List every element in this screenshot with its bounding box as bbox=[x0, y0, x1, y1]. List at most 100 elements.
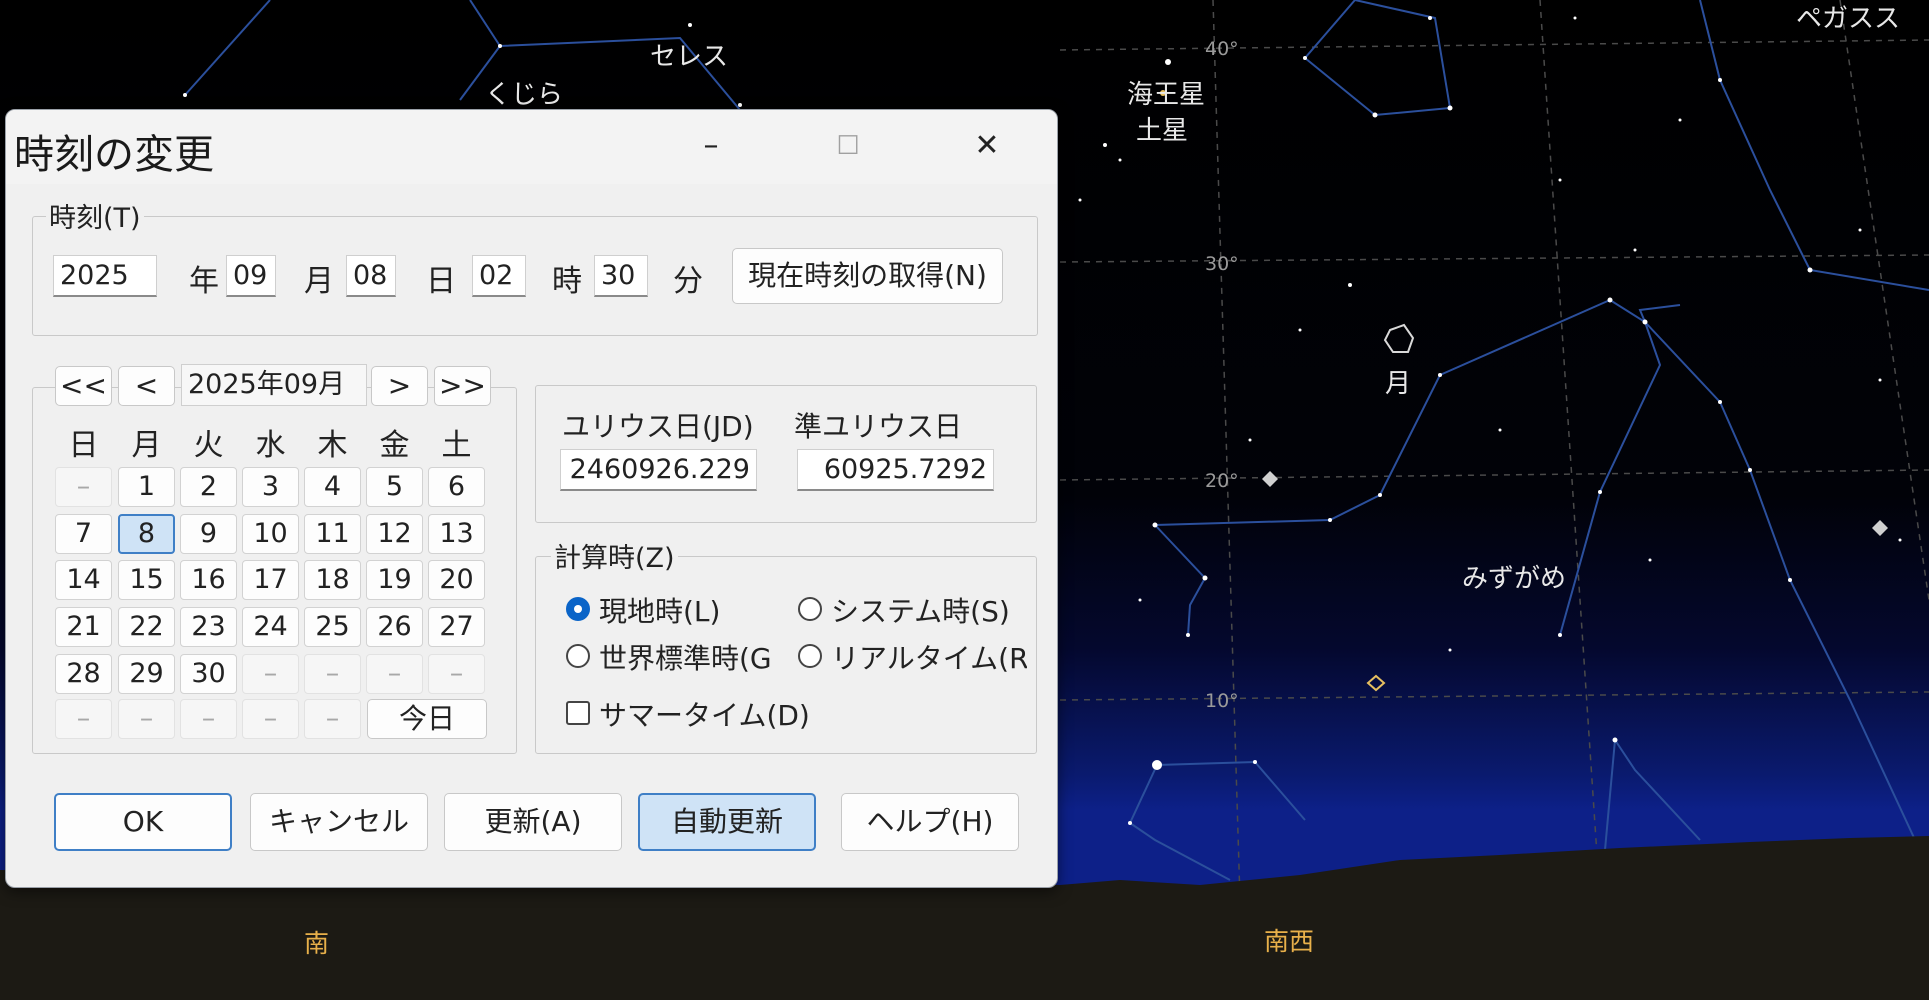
calendar-day-3[interactable]: 3 bbox=[242, 467, 299, 507]
calendar-month-label: 2025年09月 bbox=[181, 364, 367, 406]
day-field[interactable]: 08 bbox=[346, 255, 396, 297]
calendar-day-17[interactable]: 17 bbox=[242, 560, 299, 600]
minute-unit: 分 bbox=[673, 264, 703, 299]
radio-realtime[interactable] bbox=[798, 644, 822, 668]
minimize-button[interactable]: – bbox=[681, 126, 741, 166]
sky-label-neptune: 海王星 bbox=[1127, 80, 1206, 110]
weekday-mon: 月 bbox=[131, 428, 162, 463]
calendar-day-13[interactable]: 13 bbox=[428, 514, 485, 554]
sky-label-ceres: セレス bbox=[650, 42, 729, 72]
sky-label-saturn: 土星 bbox=[1136, 116, 1189, 146]
year-unit: 年 bbox=[189, 264, 219, 299]
calendar-day-14[interactable]: 14 bbox=[55, 560, 112, 600]
get-current-time-button[interactable]: 現在時刻の取得(N) bbox=[732, 248, 1003, 304]
weekday-sat: 土 bbox=[441, 428, 472, 463]
calendar-day-4[interactable]: 4 bbox=[304, 467, 361, 507]
calendar-empty-cell: – bbox=[55, 467, 112, 507]
weekday-fri: 金 bbox=[379, 428, 410, 463]
hour-field[interactable]: 02 bbox=[472, 255, 526, 297]
calendar-empty-cell: – bbox=[366, 654, 423, 694]
calendar-day-23[interactable]: 23 bbox=[180, 607, 237, 647]
calendar-day-8[interactable]: 8 bbox=[118, 514, 175, 554]
calendar-day-20[interactable]: 20 bbox=[428, 560, 485, 600]
calendar-day-25[interactable]: 25 bbox=[304, 607, 361, 647]
direction-southwest: 南西 bbox=[1264, 927, 1315, 956]
radio-local-time[interactable] bbox=[566, 597, 590, 621]
next-month-button[interactable]: > bbox=[371, 366, 428, 406]
radio-local-time-label: 現地時(L) bbox=[599, 595, 721, 628]
summer-time-label: サマータイム(D) bbox=[599, 699, 810, 732]
radio-system-time[interactable] bbox=[798, 597, 822, 621]
altitude-mark-10: 10° bbox=[1205, 690, 1239, 712]
update-button[interactable]: 更新(A) bbox=[444, 793, 622, 851]
help-button[interactable]: ヘルプ(H) bbox=[841, 793, 1019, 851]
dialog-title: 時刻の変更 bbox=[14, 132, 214, 178]
today-button[interactable]: 今日 bbox=[367, 699, 487, 739]
month-unit: 月 bbox=[304, 264, 334, 299]
calendar-empty-cell: – bbox=[242, 699, 299, 739]
calendar-day-1[interactable]: 1 bbox=[118, 467, 175, 507]
close-button[interactable]: ✕ bbox=[957, 126, 1017, 166]
calendar-day-11[interactable]: 11 bbox=[304, 514, 361, 554]
calendar-day-21[interactable]: 21 bbox=[55, 607, 112, 647]
sky-label-pegasus: ペガスス bbox=[1796, 4, 1901, 34]
radio-universal-time-label: 世界標準時(G bbox=[599, 642, 772, 675]
next-year-button[interactable]: >> bbox=[434, 366, 491, 406]
weekday-thu: 木 bbox=[317, 428, 348, 463]
altitude-mark-30: 30° bbox=[1205, 253, 1239, 275]
calendar-day-5[interactable]: 5 bbox=[366, 467, 423, 507]
mjd-field[interactable]: 60925.7292 bbox=[797, 449, 994, 491]
calendar-empty-cell: – bbox=[242, 654, 299, 694]
calendar-day-10[interactable]: 10 bbox=[242, 514, 299, 554]
calendar-day-18[interactable]: 18 bbox=[304, 560, 361, 600]
maximize-button[interactable]: ☐ bbox=[818, 126, 878, 166]
title-bar[interactable]: 時刻の変更 – ☐ ✕ bbox=[6, 110, 1057, 184]
altitude-mark-40: 40° bbox=[1205, 38, 1239, 60]
sky-label-moon: 月 bbox=[1385, 369, 1412, 399]
calendar-day-30[interactable]: 30 bbox=[180, 654, 237, 694]
calendar-empty-cell: – bbox=[118, 699, 175, 739]
summer-time-checkbox[interactable] bbox=[566, 701, 590, 725]
prev-year-button[interactable]: << bbox=[55, 366, 112, 406]
altitude-mark-20: 20° bbox=[1205, 470, 1239, 492]
calendar-day-19[interactable]: 19 bbox=[366, 560, 423, 600]
radio-universal-time[interactable] bbox=[566, 644, 590, 668]
time-group-label: 時刻(T) bbox=[46, 196, 144, 235]
calendar-day-16[interactable]: 16 bbox=[180, 560, 237, 600]
calendar-day-12[interactable]: 12 bbox=[366, 514, 423, 554]
weekday-wed: 水 bbox=[255, 428, 286, 463]
time-change-dialog: 時刻の変更 – ☐ ✕ 時刻(T) 2025 年 09 月 08 日 02 時 … bbox=[5, 109, 1058, 888]
calendar-day-9[interactable]: 9 bbox=[180, 514, 237, 554]
minute-field[interactable]: 30 bbox=[594, 255, 648, 297]
jd-label: ユリウス日(JD) bbox=[562, 410, 754, 443]
jd-field[interactable]: 2460926.229 bbox=[560, 449, 757, 491]
sky-label-cetus: くじら bbox=[485, 80, 564, 110]
auto-update-button[interactable]: 自動更新 bbox=[638, 793, 816, 851]
prev-month-button[interactable]: < bbox=[118, 366, 175, 406]
calendar-empty-cell: – bbox=[304, 699, 361, 739]
weekday-tue: 火 bbox=[193, 428, 224, 463]
calendar-day-6[interactable]: 6 bbox=[428, 467, 485, 507]
mjd-label: 準ユリウス日 bbox=[794, 410, 963, 443]
sky-label-aquarius: みずがめ bbox=[1462, 564, 1567, 594]
calendar-day-24[interactable]: 24 bbox=[242, 607, 299, 647]
calendar-day-28[interactable]: 28 bbox=[55, 654, 112, 694]
calc-time-group-label: 計算時(Z) bbox=[551, 536, 678, 575]
day-unit: 日 bbox=[426, 264, 456, 299]
year-field[interactable]: 2025 bbox=[53, 255, 157, 297]
calendar-day-15[interactable]: 15 bbox=[118, 560, 175, 600]
cancel-button[interactable]: キャンセル bbox=[250, 793, 428, 851]
calendar-day-2[interactable]: 2 bbox=[180, 467, 237, 507]
calendar-day-7[interactable]: 7 bbox=[55, 514, 112, 554]
calendar-day-27[interactable]: 27 bbox=[428, 607, 485, 647]
ok-button[interactable]: OK bbox=[54, 793, 232, 851]
month-field[interactable]: 09 bbox=[226, 255, 276, 297]
calendar-empty-cell: – bbox=[55, 699, 112, 739]
hour-unit: 時 bbox=[552, 264, 582, 299]
calendar-day-22[interactable]: 22 bbox=[118, 607, 175, 647]
calendar-day-26[interactable]: 26 bbox=[366, 607, 423, 647]
calendar-day-29[interactable]: 29 bbox=[118, 654, 175, 694]
radio-system-time-label: システム時(S) bbox=[831, 595, 1010, 628]
calendar-empty-cell: – bbox=[180, 699, 237, 739]
radio-realtime-label: リアルタイム(R bbox=[831, 642, 1027, 675]
